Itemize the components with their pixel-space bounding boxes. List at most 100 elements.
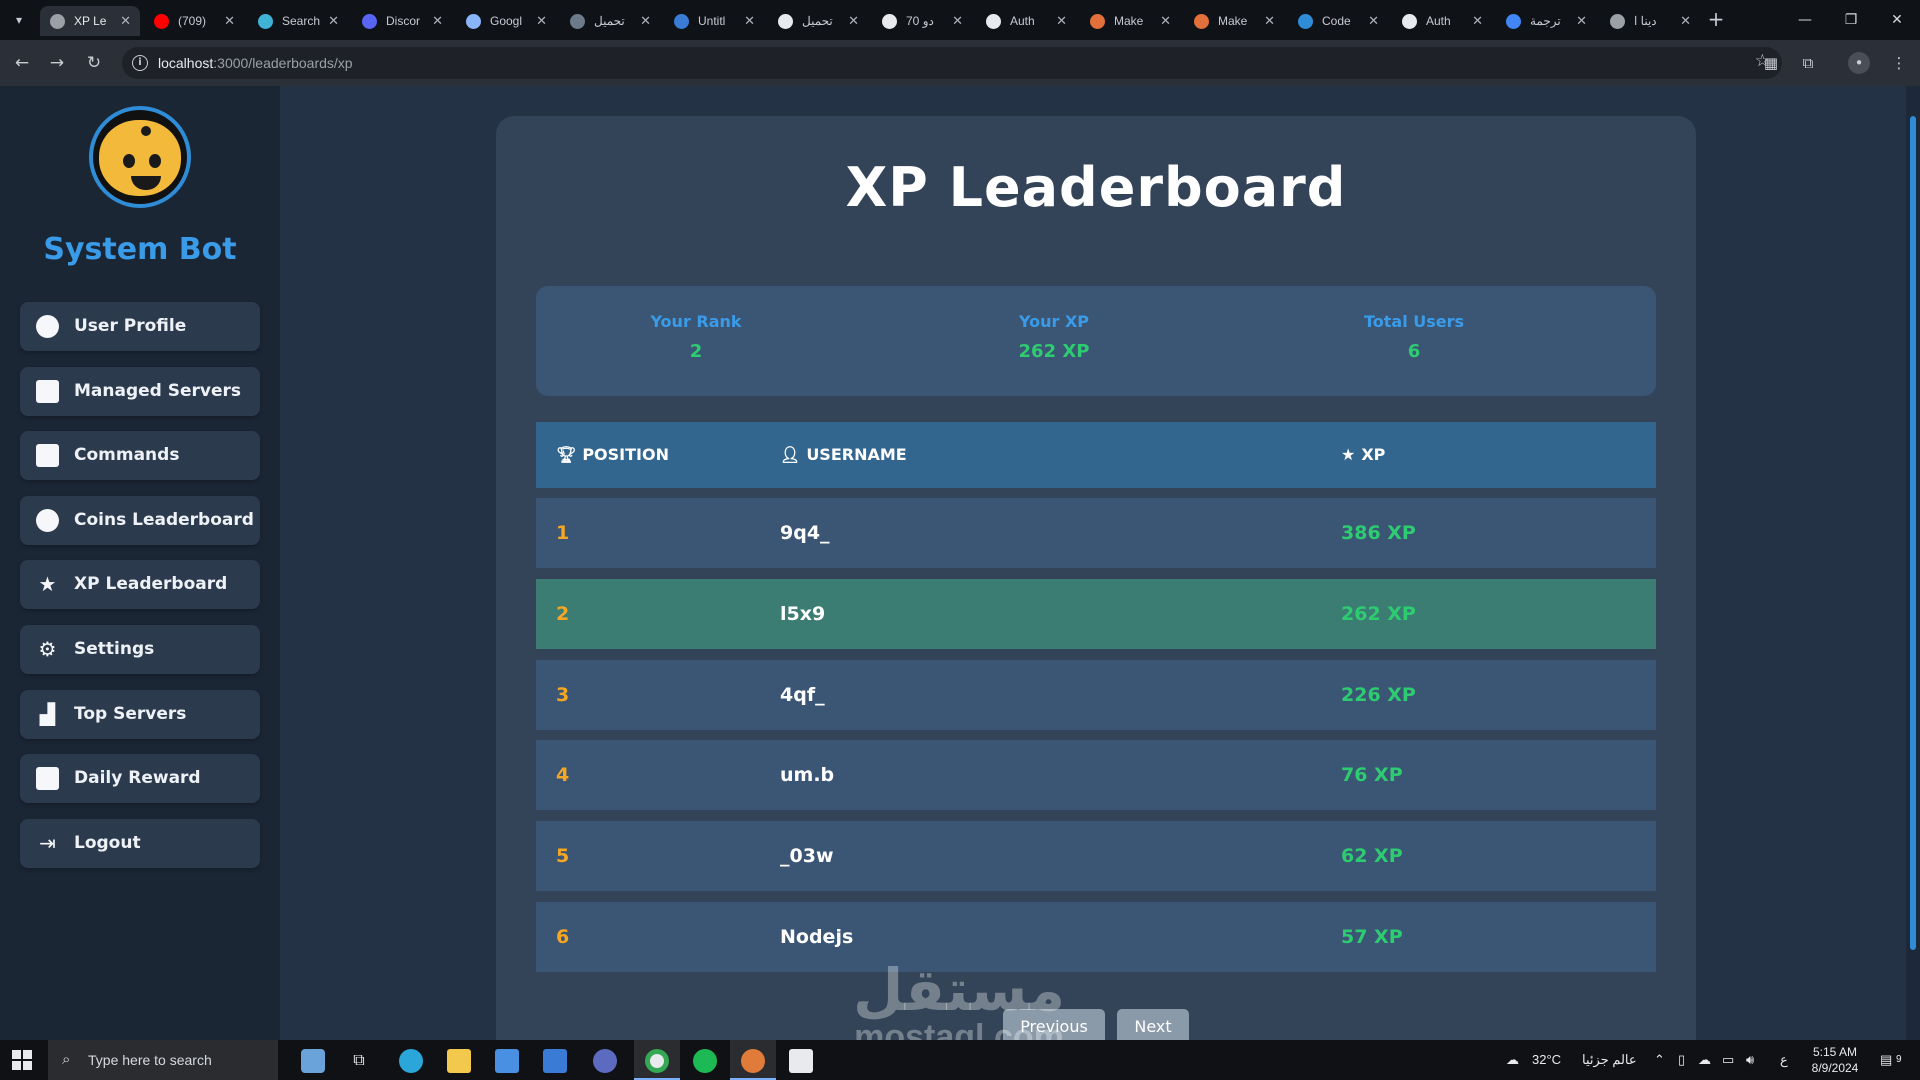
tab-close-icon[interactable]: ✕	[848, 6, 859, 36]
onedrive-icon[interactable]: ☁	[1698, 1040, 1711, 1080]
browser-tab[interactable]: ترجمة ✕	[1496, 6, 1596, 36]
scrollbar-thumb[interactable]	[1910, 116, 1916, 950]
row-position: 6	[556, 926, 570, 948]
forward-icon[interactable]: →	[46, 52, 68, 74]
browser-tab[interactable]: Auth ✕	[976, 6, 1076, 36]
notifications-icon[interactable]: ▤	[1880, 1040, 1892, 1080]
media-player-icon[interactable]	[582, 1040, 628, 1080]
star-icon: ★	[1341, 445, 1356, 464]
tab-title: دينا ا	[1634, 14, 1657, 28]
tab-close-icon[interactable]: ✕	[120, 6, 131, 36]
browser-tab[interactable]: XP Le ✕	[40, 6, 140, 36]
browser-tab[interactable]: Code ✕	[1288, 6, 1388, 36]
sidebar-item-managed-servers[interactable]: Managed Servers	[20, 366, 260, 416]
profile-avatar-icon[interactable]: •	[1848, 52, 1870, 74]
sidebar-item-label: Managed Servers	[74, 380, 242, 401]
row-username: 9q4_	[780, 522, 830, 544]
battery-icon[interactable]: ▯	[1678, 1040, 1685, 1080]
mail-icon[interactable]	[532, 1040, 578, 1080]
browser-tab[interactable]: تحميل ✕	[560, 6, 660, 36]
tab-close-icon[interactable]: ✕	[1160, 6, 1171, 36]
weather-text[interactable]: عالم جزئيا	[1582, 1040, 1637, 1080]
discord-icon[interactable]	[730, 1040, 776, 1080]
tab-close-icon[interactable]: ✕	[1576, 6, 1587, 36]
tab-close-icon[interactable]: ✕	[1056, 6, 1067, 36]
sidebar-item-user-profile[interactable]: User Profile	[20, 302, 260, 351]
weather-icon[interactable]: ☁	[1506, 1040, 1519, 1080]
language-indicator[interactable]: ع	[1780, 1040, 1788, 1080]
browser-tab[interactable]: Googl ✕	[456, 6, 556, 36]
tray-chevron-icon[interactable]: ⌃	[1654, 1040, 1665, 1080]
qr-code-icon[interactable]: ▦	[1760, 52, 1782, 74]
spotify-icon[interactable]	[682, 1040, 728, 1080]
taskbar-search[interactable]: ⌕ Type here to search	[48, 1040, 278, 1080]
taskbar-books-icon[interactable]	[290, 1040, 336, 1080]
address-bar[interactable]: i localhost:3000/leaderboards/xp ☆	[122, 47, 1782, 79]
sidebar-item-top-servers[interactable]: ▟ Top Servers	[20, 689, 260, 739]
reload-icon[interactable]: ↻	[83, 52, 105, 74]
tab-close-icon[interactable]: ✕	[1680, 6, 1691, 36]
tab-close-icon[interactable]: ✕	[224, 6, 235, 36]
column-header-xp[interactable]: ★ XP	[1341, 422, 1385, 488]
back-icon[interactable]: ←	[11, 52, 33, 74]
sidebar-item-label: Logout	[74, 832, 141, 853]
tab-close-icon[interactable]: ✕	[640, 6, 651, 36]
clock[interactable]: 5:15 AM 8/9/2024	[1800, 1044, 1870, 1076]
logo-left-eye	[123, 154, 135, 168]
table-row[interactable]: 1 9q4_ 386 XP	[536, 498, 1656, 568]
file-explorer-icon[interactable]	[436, 1040, 482, 1080]
tab-search-menu-icon[interactable]: ▾	[8, 9, 30, 31]
close-window-icon[interactable]: ✕	[1874, 0, 1920, 40]
column-xp-label: XP	[1361, 445, 1386, 464]
extensions-icon[interactable]: ⧉	[1797, 52, 1819, 74]
tab-close-icon[interactable]: ✕	[328, 6, 339, 36]
table-row[interactable]: 5 _03w 62 XP	[536, 821, 1656, 892]
chrome-icon[interactable]	[634, 1040, 680, 1080]
tab-close-icon[interactable]: ✕	[1368, 6, 1379, 36]
browser-tab[interactable]: Make ✕	[1080, 6, 1180, 36]
weather-temp[interactable]: 32°C	[1532, 1040, 1561, 1080]
terminal-app-icon[interactable]	[778, 1040, 824, 1080]
tab-close-icon[interactable]: ✕	[536, 6, 547, 36]
browser-tab[interactable]: Discor ✕	[352, 6, 452, 36]
site-info-icon[interactable]: i	[132, 55, 148, 71]
table-row[interactable]: 2 l5x9 262 XP	[536, 578, 1656, 649]
windows-start-icon[interactable]	[12, 1050, 32, 1070]
new-tab-button[interactable]: +	[1704, 8, 1728, 32]
column-header-username[interactable]: 👤︎ USERNAME	[780, 422, 907, 488]
logo-face	[99, 120, 181, 196]
browser-tab[interactable]: Auth ✕	[1392, 6, 1492, 36]
tab-close-icon[interactable]: ✕	[1472, 6, 1483, 36]
tab-close-icon[interactable]: ✕	[432, 6, 443, 36]
volume-icon[interactable]: 🔊︎	[1746, 1040, 1754, 1080]
tab-close-icon[interactable]: ✕	[952, 6, 963, 36]
browser-tab[interactable]: (709) ✕	[144, 6, 244, 36]
sidebar-item-logout[interactable]: ⇥ Logout	[20, 818, 260, 868]
browser-tab[interactable]: Search ✕	[248, 6, 348, 36]
edge-icon[interactable]	[388, 1040, 434, 1080]
tab-title: Make	[1114, 14, 1144, 28]
sidebar-item-xp-leaderboard[interactable]: ★ XP Leaderboard	[20, 560, 260, 610]
browser-tab[interactable]: 70 دو ✕	[872, 6, 972, 36]
sidebar-item-daily-reward[interactable]: Daily Reward	[20, 754, 260, 804]
task-view-icon[interactable]: ⧉	[336, 1040, 382, 1080]
table-row[interactable]: 3 4qf_ 226 XP	[536, 659, 1656, 730]
sidebar-item-coins-leaderboard[interactable]: Coins Leaderboard	[20, 495, 260, 545]
column-header-position[interactable]: 🏆︎ POSITION	[556, 422, 669, 488]
browser-tab[interactable]: Make ✕	[1184, 6, 1284, 36]
browser-menu-icon[interactable]: ⋮	[1888, 52, 1910, 74]
tab-close-icon[interactable]: ✕	[744, 6, 755, 36]
tab-close-icon[interactable]: ✕	[1264, 6, 1275, 36]
user-icon	[36, 315, 59, 338]
network-icon[interactable]: ▭	[1722, 1040, 1734, 1080]
sidebar-item-commands[interactable]: Commands	[20, 431, 260, 481]
minimize-icon[interactable]: —	[1782, 0, 1828, 40]
table-row[interactable]: 6 Nodejs 57 XP	[536, 902, 1656, 972]
browser-tab[interactable]: دينا ا ✕	[1600, 6, 1700, 36]
browser-tab[interactable]: Untitl ✕	[664, 6, 764, 36]
store-icon[interactable]	[484, 1040, 530, 1080]
browser-tab[interactable]: تحميل ✕	[768, 6, 868, 36]
table-row[interactable]: 4 um.b 76 XP	[536, 740, 1656, 811]
sidebar-item-settings[interactable]: ⚙ Settings	[20, 625, 260, 674]
restore-icon[interactable]: ❐	[1828, 0, 1874, 40]
